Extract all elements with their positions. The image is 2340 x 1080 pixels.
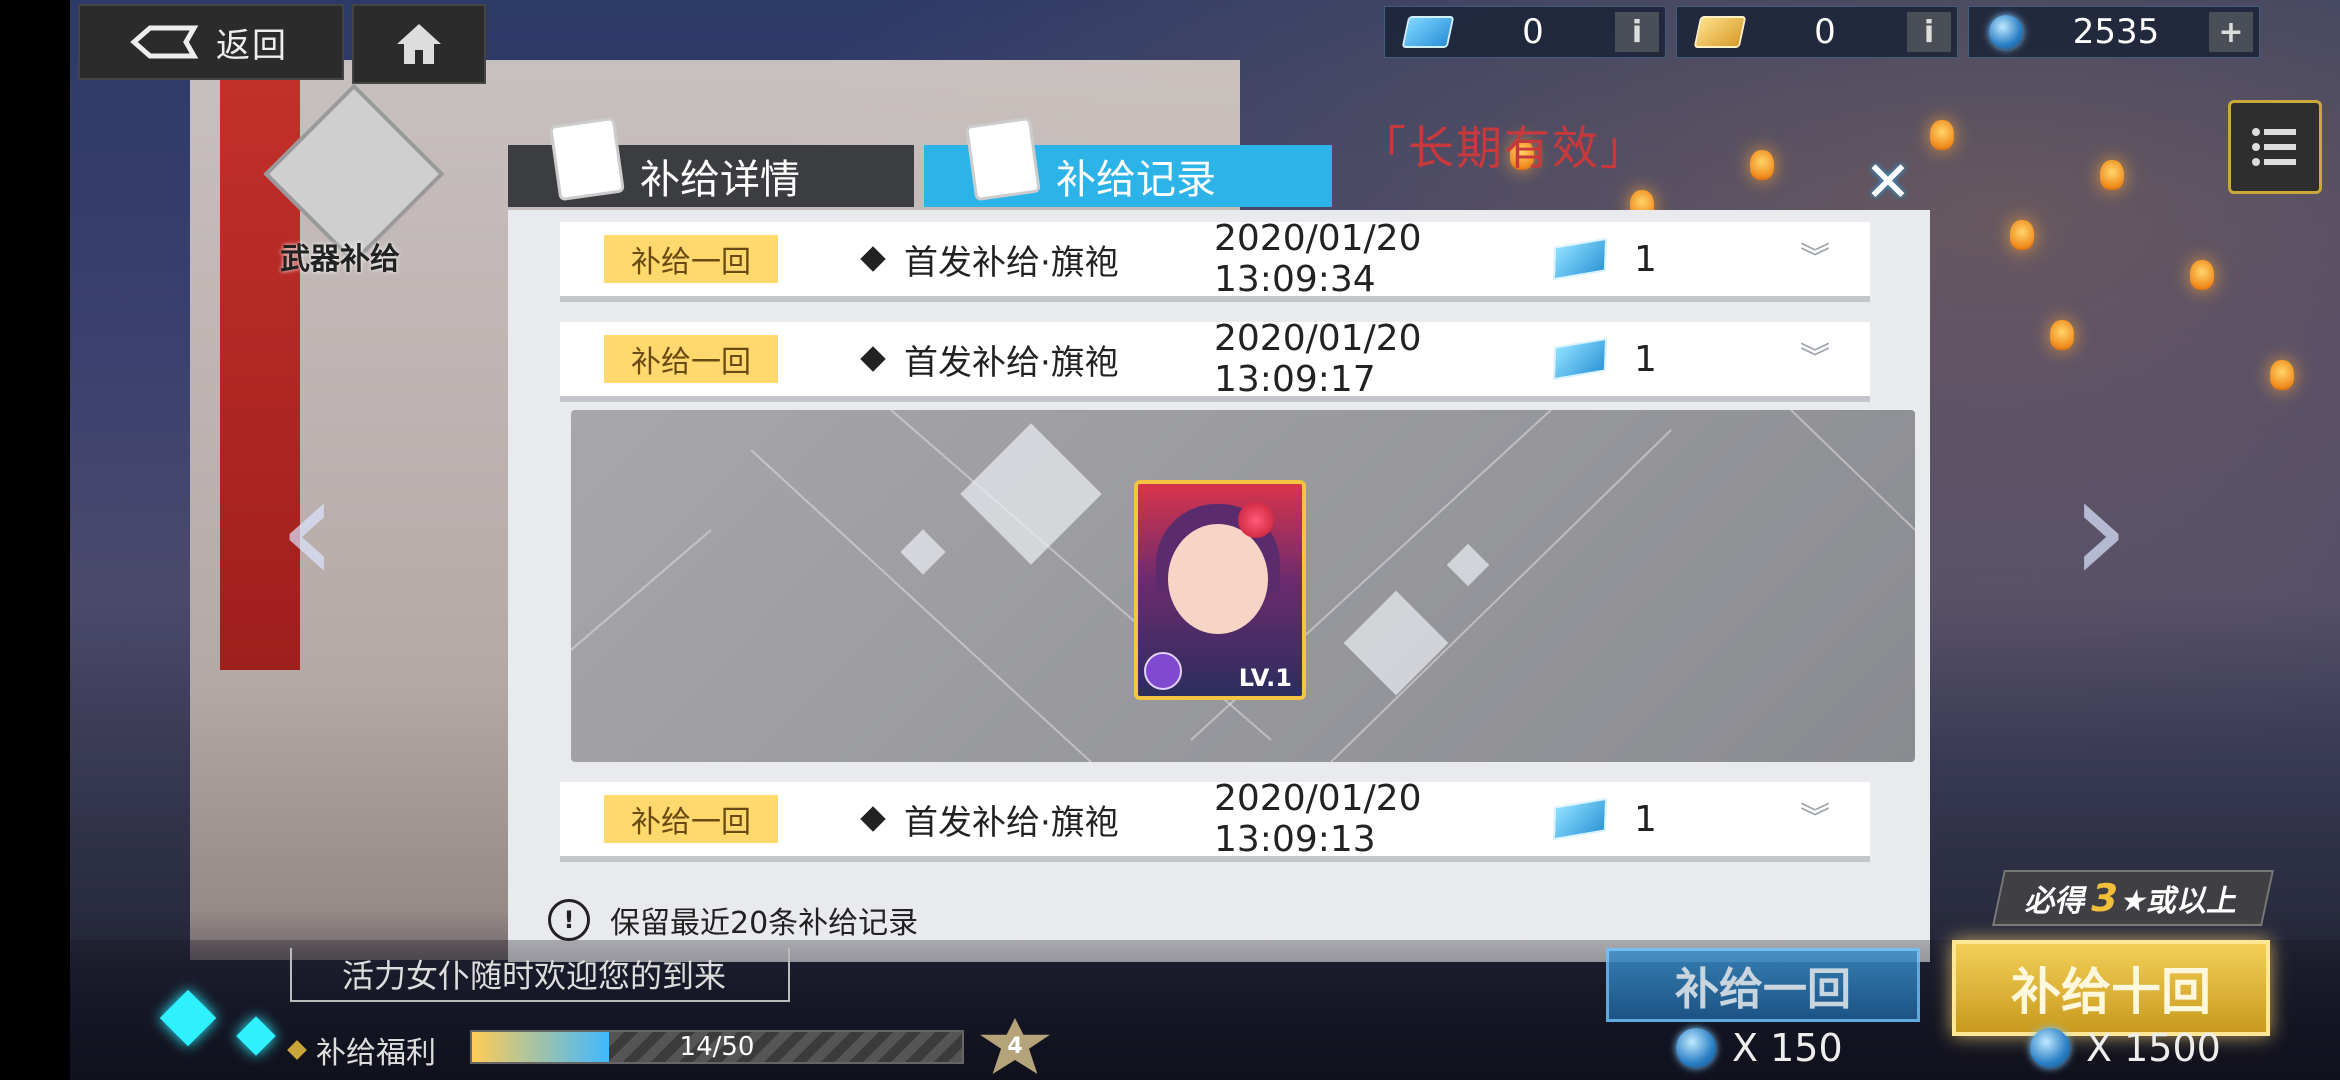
record-qty: 1 [1634, 238, 1657, 280]
exclamation-icon: ! [548, 899, 590, 941]
resource-gems: 2535 + [1968, 6, 2260, 58]
cost-ten-text: X 1500 [2086, 1026, 2221, 1070]
progress-text: 14/50 [679, 1032, 755, 1062]
record-name: 首发补给·旗袍 [904, 242, 1119, 283]
cost-ten: X 1500 [2030, 1026, 2221, 1070]
record-badge: 补给一回 [604, 335, 778, 383]
record-qty: 1 [1634, 798, 1657, 840]
record-row[interactable]: 补给一回 首发补给·旗袍 2020/01/20 13:09:17 1 ︾ [560, 318, 1870, 402]
record-time: 2020/01/20 13:09:34 [1214, 218, 1422, 300]
back-arrow-icon [130, 25, 199, 59]
add-gems-button[interactable]: + [2209, 12, 2253, 52]
cost-once: X 150 [1676, 1026, 1843, 1070]
back-label: 返回 [216, 25, 288, 66]
blue-ticket-count: 0 [1522, 12, 1544, 52]
diamond-bullet-icon [860, 346, 886, 372]
resource-gold-ticket: 0 i [1676, 6, 1958, 58]
class-icon [1144, 652, 1182, 690]
question-doc-icon [549, 116, 625, 202]
home-icon [397, 24, 441, 64]
tab-supply-records[interactable]: 补给记录 [924, 116, 1332, 207]
ticket-blue-icon [1552, 797, 1608, 841]
gem-icon [1676, 1028, 1716, 1068]
diamond-bullet-icon [860, 806, 886, 832]
back-button[interactable]: 返回 [78, 4, 344, 80]
prev-arrow-icon[interactable]: ‹ [268, 455, 348, 605]
gem-icon [2030, 1028, 2070, 1068]
gem-count: 2535 [2072, 12, 2160, 52]
record-badge: 补给一回 [604, 235, 778, 283]
expand-chevron-icon[interactable]: ︾ [1800, 244, 1830, 274]
weapon-supply-label: 武器补给 [280, 242, 400, 277]
expand-chevron-icon[interactable]: ︾ [1800, 804, 1830, 834]
close-button[interactable]: ✕ [1858, 150, 1918, 215]
character-portrait [1168, 524, 1268, 634]
menu-button[interactable] [2228, 100, 2322, 194]
flower-icon [1238, 502, 1274, 538]
gem-icon [1989, 15, 2023, 49]
resource-blue-ticket: 0 i [1384, 6, 1666, 58]
expand-chevron-icon[interactable]: ︾ [1800, 344, 1830, 374]
ticket-gold-icon [1693, 16, 1747, 48]
tab-supply-details[interactable]: 补给详情 [508, 116, 914, 207]
ticket-blue-icon [1552, 237, 1608, 281]
welfare-text: 补给福利 [316, 1036, 436, 1071]
weapon-supply-tab[interactable]: 武器补给 [263, 83, 445, 277]
supply-ten-button[interactable]: 补给十回 [1952, 940, 2270, 1036]
tab-label: 补给详情 [640, 157, 800, 203]
home-button[interactable] [352, 4, 486, 84]
welfare-progress-bar: 14/50 [470, 1030, 964, 1064]
supply-once-button[interactable]: 补给一回 [1606, 948, 1920, 1022]
guarantee-number: 3 [2086, 876, 2123, 920]
guarantee-prefix: 必得 [2022, 884, 2091, 919]
welfare-label: 补给福利 [287, 1028, 436, 1072]
record-time: 2020/01/20 13:09:17 [1214, 318, 1422, 400]
welcome-message: 活力女仆随时欢迎您的到来 [290, 948, 790, 1002]
list-icon [2252, 128, 2296, 166]
info-button[interactable]: i [1907, 12, 1951, 52]
validity-label: 「长期有效」 [1360, 121, 1648, 175]
info-button[interactable]: i [1615, 12, 1659, 52]
notice-text: 保留最近20条补给记录 [610, 906, 919, 941]
gold-ticket-count: 0 [1814, 12, 1836, 52]
record-row[interactable]: 补给一回 首发补给·旗袍 2020/01/20 13:09:13 1 ︾ [560, 778, 1870, 862]
record-name: 首发补给·旗袍 [904, 342, 1119, 383]
cost-once-text: X 150 [1732, 1026, 1843, 1070]
clipboard-icon [965, 116, 1041, 202]
ticket-blue-icon [1401, 16, 1455, 48]
record-row[interactable]: 补给一回 首发补给·旗袍 2020/01/20 13:09:34 1 ︾ [560, 218, 1870, 302]
card-level: LV.1 [1238, 664, 1292, 692]
record-badge: 补给一回 [604, 795, 778, 843]
character-card[interactable]: LV.1 [1134, 480, 1306, 700]
diamond-bullet-icon [287, 1040, 307, 1060]
record-time: 2020/01/20 13:09:13 [1214, 778, 1422, 860]
records-notice: ! 保留最近20条补给记录 [548, 898, 918, 942]
ticket-blue-icon [1552, 337, 1608, 381]
next-arrow-icon[interactable]: › [2060, 455, 2140, 605]
guarantee-suffix: ★或以上 [2117, 884, 2242, 919]
record-name: 首发补给·旗袍 [904, 802, 1119, 843]
tab-label: 补给记录 [1056, 157, 1216, 203]
diamond-bullet-icon [860, 246, 886, 272]
guarantee-banner: 必得 3 ★或以上 [1992, 870, 2274, 926]
record-qty: 1 [1634, 338, 1657, 380]
